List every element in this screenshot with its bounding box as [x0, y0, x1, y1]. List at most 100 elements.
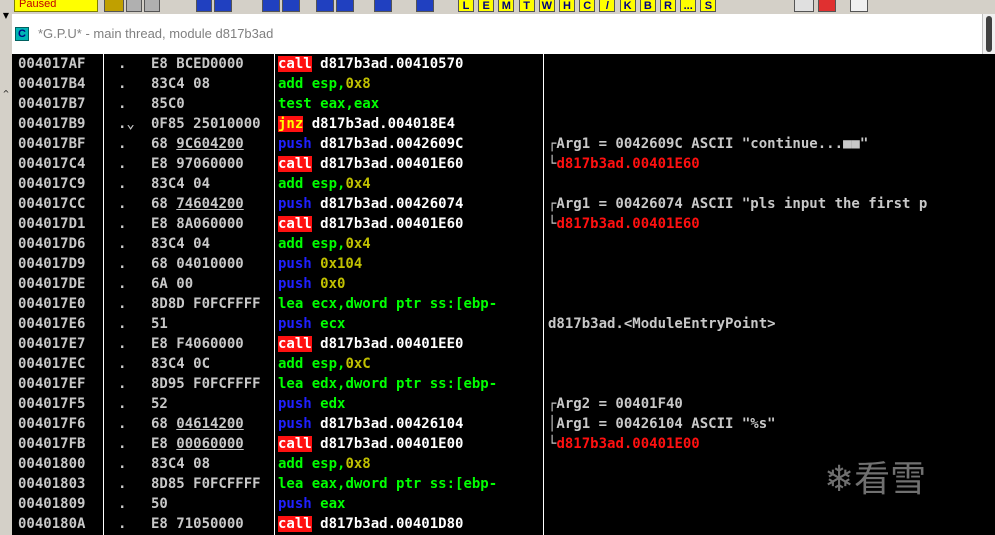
execute-till-return-button[interactable] — [374, 0, 392, 12]
scrollbar-thumb[interactable] — [986, 16, 992, 52]
comment-text: ┌Arg1 = 0042609C ASCII "continue...■■" — [548, 136, 869, 152]
open-file-button[interactable] — [104, 0, 124, 12]
disassembly-row[interactable]: 004017BF. 68 9C604200 push d817b3ad.004260… — [12, 134, 995, 154]
disassembly-row[interactable]: 004017F6. 68 04614200 push d817b3ad.004261… — [12, 414, 995, 434]
address-cell: 0040180A — [18, 516, 86, 532]
operand: d817b3ad.0042609C — [311, 136, 464, 152]
window-button-l[interactable]: L — [458, 0, 474, 12]
chevron-down-icon[interactable]: ▼ — [0, 10, 12, 22]
close-button[interactable] — [144, 0, 160, 12]
opcode-mnemonic: push — [278, 136, 312, 152]
jump-marker-cell: . — [118, 176, 127, 192]
rewind-button[interactable] — [126, 0, 142, 12]
operand: esp, — [303, 456, 346, 472]
options-button[interactable] — [818, 0, 836, 12]
disassembly-row[interactable]: 004017C9. 83C4 04 add esp,0x4 — [12, 174, 995, 194]
hex-dump-cell: 8D85 F0FCFFFF — [151, 476, 261, 492]
comment-cell: ┌Arg1 = 00426074 ASCII "pls input the fi… — [548, 194, 927, 214]
cpu-window-icon: C — [15, 27, 29, 41]
opcode-mnemonic: call — [278, 56, 312, 72]
operand: esp, — [303, 76, 346, 92]
window-button-c[interactable]: C — [579, 0, 596, 12]
instruction-cell: lea eax,dword ptr ss:[ebp- — [278, 474, 544, 494]
window-button-ellipsis[interactable]: ... — [680, 0, 697, 12]
help-button[interactable] — [850, 0, 868, 12]
window-button-m[interactable]: M — [498, 0, 515, 12]
window-button-h[interactable]: H — [559, 0, 575, 12]
address-cell: 004017D6 — [18, 236, 86, 252]
hex-dump-cell: E8 00060000 — [151, 436, 244, 452]
jump-marker-cell: . — [118, 436, 127, 452]
disassembly-row[interactable]: 004017B4. 83C4 08 add esp,0x8 — [12, 74, 995, 94]
opcode-mnemonic: add — [278, 236, 304, 252]
operand: esp, — [303, 236, 346, 252]
hex-dump-cell: 85C0 — [151, 96, 185, 112]
address-cell: 004017D1 — [18, 216, 86, 232]
address-cell: 004017F6 — [18, 416, 86, 432]
opcode-mnemonic: add — [278, 356, 304, 372]
disassembly-row[interactable]: 004017B9 .⌄ 0F85 25010000 jnz d817b3ad.0040… — [12, 114, 995, 134]
disassembly-row[interactable]: 004017DE. 6A 00 push 0x0 — [12, 274, 995, 294]
disassembly-row[interactable]: 004017E6. 51 push ecx d817b3ad.<ModuleEntr… — [12, 314, 995, 334]
comment-cell: ┌Arg2 = 00401F40 — [548, 394, 683, 414]
disassembly-row[interactable]: 004017EF. 8D95 F0FCFFFF lea edx,dword ptr … — [12, 374, 995, 394]
step-into-button[interactable] — [262, 0, 280, 12]
disassembly-row[interactable]: 004017F5. 52 push edx ┌Arg2 = 00401F40 — [12, 394, 995, 414]
instruction-cell: call d817b3ad.00401E60 — [278, 214, 544, 234]
window-button-w[interactable]: W — [538, 0, 555, 12]
window-button-e[interactable]: E — [478, 0, 495, 12]
disassembly-row[interactable]: 004017D1. E8 8A060000 call d817b3ad.00401E… — [12, 214, 995, 234]
address-cell: 004017E7 — [18, 336, 86, 352]
disassembly-row[interactable]: 004017CC. 68 74604200 push d817b3ad.004260… — [12, 194, 995, 214]
chevron-up-icon[interactable]: ^ — [0, 88, 12, 100]
instruction-cell: push 0x0 — [278, 274, 544, 294]
hex-dump-cell: E8 8A060000 — [151, 216, 244, 232]
window-button-s[interactable]: S — [700, 0, 717, 12]
opcode-mnemonic: test — [278, 96, 312, 112]
disassembly-row[interactable]: 004017B7. 85C0 test eax,eax — [12, 94, 995, 114]
disassembly-row[interactable]: 004017EC. 83C4 0C add esp,0xC — [12, 354, 995, 374]
address-cell: 004017F5 — [18, 396, 86, 412]
pause-button[interactable] — [214, 0, 232, 12]
disassembly-row[interactable]: 0040180A. E8 71050000 call d817b3ad.00401D… — [12, 514, 995, 534]
jump-marker-cell: . — [118, 316, 127, 332]
operand: 0x8 — [345, 456, 371, 472]
go-to-address-button[interactable] — [416, 0, 434, 12]
disassembly-row[interactable]: 004017E0. 8D8D F0FCFFFF lea ecx,dword ptr … — [12, 294, 995, 314]
trace-over-button[interactable] — [336, 0, 354, 12]
address-cell: 004017C4 — [18, 156, 86, 172]
window-button-b[interactable]: B — [639, 0, 656, 12]
hex-dump-cell: 83C4 08 — [151, 456, 211, 472]
step-over-button[interactable] — [282, 0, 300, 12]
opcode-mnemonic: lea — [278, 476, 304, 492]
disassembly-row[interactable]: 004017D9. 68 04010000 push 0x104 — [12, 254, 995, 274]
window-button-t[interactable]: T — [518, 0, 535, 12]
run-button[interactable] — [196, 0, 212, 12]
jump-marker-cell: . — [118, 516, 127, 532]
jump-marker-cell: . — [118, 196, 127, 212]
instruction-cell: call d817b3ad.00401D80 — [278, 514, 544, 534]
disassembly-row[interactable]: 004017AF. E8 BCED0000 call d817b3ad.004105… — [12, 54, 995, 74]
window-title-bar[interactable]: C *G.P.U* - main thread, module d817b3ad — [12, 14, 995, 54]
opcode-mnemonic: add — [278, 456, 304, 472]
disassembly-row[interactable]: 004017C4. E8 97060000 call d817b3ad.00401E… — [12, 154, 995, 174]
instruction-cell: call d817b3ad.00401EE0 — [278, 334, 544, 354]
operand: d817b3ad.00401E60 — [311, 216, 464, 232]
comment-cell: ┌Arg1 = 0042609C ASCII "continue...■■" — [548, 134, 868, 154]
disassembly-row[interactable]: 004017D6. 83C4 04 add esp,0x4 — [12, 234, 995, 254]
list-view-button[interactable] — [794, 0, 814, 12]
operand: d817b3ad.00401E00 — [311, 436, 464, 452]
opcode-mnemonic: push — [278, 396, 312, 412]
jump-marker-cell: . — [118, 376, 127, 392]
operand: eax,dword ptr ss:[ebp- — [303, 476, 498, 492]
disassembly-row[interactable]: 004017E7. E8 F4060000 call d817b3ad.00401E… — [12, 334, 995, 354]
trace-into-button[interactable] — [316, 0, 334, 12]
window-button-slash[interactable]: / — [599, 0, 616, 12]
window-button-r[interactable]: R — [660, 0, 676, 12]
operand: eax,eax — [311, 96, 380, 112]
window-button-k[interactable]: K — [619, 0, 636, 12]
vertical-scrollbar[interactable] — [982, 14, 995, 54]
instruction-cell: push edx — [278, 394, 544, 414]
jump-marker-cell: . — [118, 476, 127, 492]
address-cell: 004017B9 — [18, 116, 86, 132]
